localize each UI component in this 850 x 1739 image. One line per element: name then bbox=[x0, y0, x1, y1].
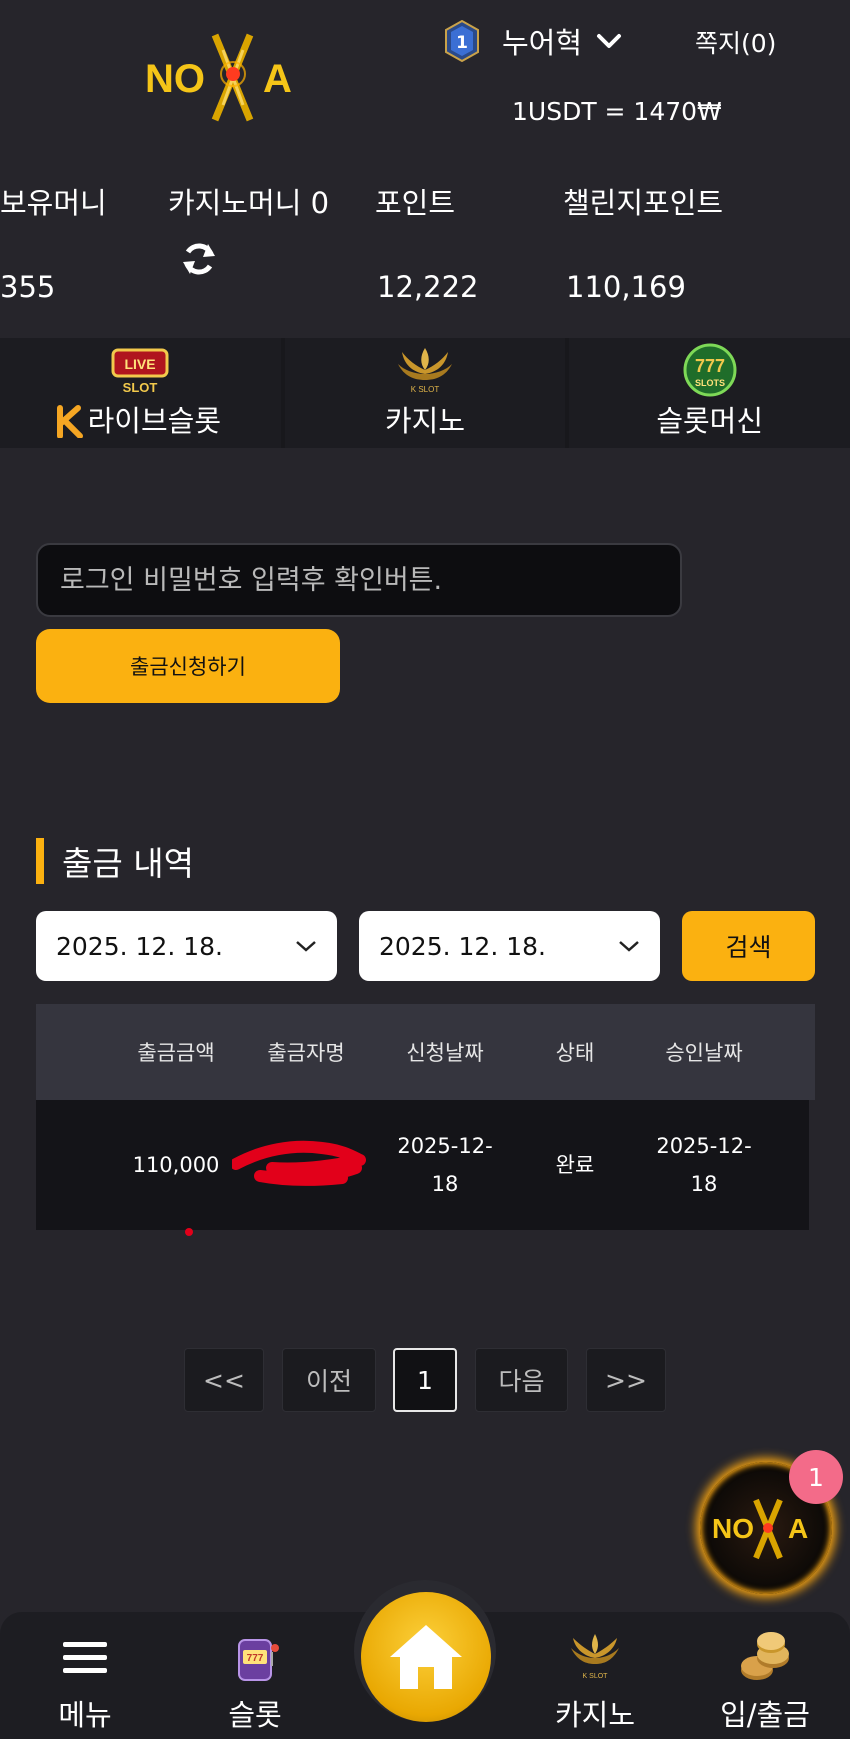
column-header: 승인날짜 bbox=[665, 1041, 743, 1065]
slot-machine-icon: 777 bbox=[238, 1639, 279, 1681]
nav-menu[interactable]: 메뉴 bbox=[40, 1612, 130, 1739]
approve-date-line-1: 2025-12- bbox=[656, 1134, 752, 1158]
casino-money-label: 카지노머니 0 bbox=[168, 186, 330, 220]
coins-icon bbox=[741, 1632, 789, 1680]
section-title: 출금 내역 bbox=[36, 838, 194, 884]
table-header: 출금금액 출금자명 신청날짜 상태 승인날짜 bbox=[36, 1004, 815, 1100]
nav-label: 카지노 bbox=[554, 1698, 636, 1732]
chevron-down-icon bbox=[296, 941, 316, 952]
held-money-label: 보유머니 bbox=[0, 186, 107, 220]
svg-text:A: A bbox=[263, 57, 292, 101]
challenge-points-label: 챌린지포인트 bbox=[563, 186, 724, 220]
column-header: 출금금액 bbox=[137, 1041, 215, 1065]
nova-logo[interactable]: NO A bbox=[145, 30, 320, 125]
level-badge-icon: 1 bbox=[445, 19, 479, 63]
svg-text:1: 1 bbox=[456, 33, 468, 53]
nav-slot[interactable]: 777 슬롯 bbox=[210, 1612, 300, 1739]
svg-text:777: 777 bbox=[695, 356, 725, 376]
prev-page-button[interactable]: 이전 bbox=[282, 1348, 376, 1412]
date-to-select[interactable]: 2025. 12. 18. bbox=[359, 911, 660, 981]
nav-label: 메뉴 bbox=[58, 1698, 112, 1732]
home-icon bbox=[390, 1625, 462, 1689]
request-date-line-2: 18 bbox=[431, 1172, 459, 1196]
svg-text:SLOT: SLOT bbox=[123, 380, 158, 395]
top-header: NO A 1 누어혁 쪽지(0) 1USDT = 1470₩ 보유머니 카지노머… bbox=[0, 0, 850, 338]
points-value: 12,222 bbox=[377, 270, 479, 304]
hamburger-menu-icon bbox=[63, 1642, 107, 1673]
777-slots-icon: 777 SLOTS bbox=[683, 343, 737, 397]
user-menu[interactable]: 누어혁 bbox=[502, 20, 622, 62]
history-title: 출금 내역 bbox=[62, 844, 194, 883]
column-header: 상태 bbox=[555, 1041, 595, 1065]
svg-text:777: 777 bbox=[247, 1653, 264, 1664]
game-category-tabs: LIVE SLOT 라이브슬롯 K SLOT 카지노 777 SLOTS 슬롯머… bbox=[0, 338, 850, 448]
svg-text:NO: NO bbox=[145, 57, 205, 101]
approve-date-cell: 2025-12- 18 bbox=[644, 1127, 764, 1203]
svg-text:K SLOT: K SLOT bbox=[411, 385, 440, 394]
search-button[interactable]: 검색 bbox=[682, 911, 815, 981]
last-page-button[interactable]: >> bbox=[586, 1348, 666, 1412]
tab-casino[interactable]: K SLOT 카지노 bbox=[284, 338, 566, 448]
redacted-name-scribble bbox=[232, 1140, 366, 1186]
column-header: 출금자명 bbox=[267, 1041, 345, 1065]
withdraw-request-button[interactable]: 출금신청하기 bbox=[36, 629, 340, 703]
challenge-points-value: 110,169 bbox=[566, 270, 686, 304]
svg-text:LIVE: LIVE bbox=[125, 356, 156, 372]
approve-date-line-2: 18 bbox=[690, 1172, 718, 1196]
chevron-down-icon bbox=[597, 34, 622, 48]
username-label: 누어혁 bbox=[502, 26, 583, 60]
request-date-cell: 2025-12- 18 bbox=[385, 1127, 505, 1203]
live-slot-icon: LIVE SLOT bbox=[111, 348, 169, 395]
date-to-value: 2025. 12. 18. bbox=[379, 931, 546, 961]
home-button[interactable] bbox=[361, 1592, 491, 1722]
password-input[interactable] bbox=[36, 543, 682, 617]
column-header: 신청날짜 bbox=[406, 1041, 484, 1065]
date-from-value: 2025. 12. 18. bbox=[56, 931, 223, 961]
tab-label: 슬롯머신 bbox=[656, 404, 764, 438]
request-date-line-1: 2025-12- bbox=[397, 1134, 493, 1158]
svg-text:K SLOT: K SLOT bbox=[583, 1673, 609, 1680]
refresh-icon[interactable] bbox=[180, 240, 218, 278]
tab-live-slot[interactable]: LIVE SLOT 라이브슬롯 bbox=[0, 338, 281, 448]
exchange-rate: 1USDT = 1470₩ bbox=[512, 97, 722, 126]
current-page-button[interactable]: 1 bbox=[393, 1348, 457, 1412]
nav-label: 입/출금 bbox=[720, 1698, 810, 1732]
nav-label: 슬롯 bbox=[228, 1698, 282, 1732]
next-page-button[interactable]: 다음 bbox=[475, 1348, 568, 1412]
points-label: 포인트 bbox=[375, 186, 456, 220]
title-accent-bar bbox=[36, 838, 44, 884]
k-slot-casino-icon: K SLOT bbox=[571, 1634, 619, 1680]
tab-label: 카지노 bbox=[384, 404, 466, 438]
svg-text:SLOTS: SLOTS bbox=[695, 378, 725, 388]
notification-badge: 1 bbox=[789, 1450, 843, 1504]
held-money-value: 355 bbox=[0, 270, 56, 304]
svg-text:A: A bbox=[788, 1513, 808, 1544]
status-cell: 완료 bbox=[555, 1153, 595, 1177]
k-slot-casino-icon: K SLOT bbox=[398, 348, 452, 394]
tab-slot-machine[interactable]: 777 SLOTS 슬롯머신 bbox=[569, 338, 850, 448]
chevron-down-icon bbox=[619, 941, 639, 952]
amount-cell: 110,000 bbox=[132, 1153, 220, 1177]
svg-text:NO: NO bbox=[712, 1513, 754, 1544]
tab-label: 라이브슬롯 bbox=[87, 404, 222, 438]
table-row: 110,000 2025-12- 18 완료 2025-12- 18 bbox=[36, 1100, 809, 1230]
first-page-button[interactable]: << bbox=[184, 1348, 264, 1412]
nav-deposit-withdraw[interactable]: 입/출금 bbox=[710, 1612, 820, 1739]
messages-link[interactable]: 쪽지(0) bbox=[695, 24, 776, 60]
red-mark bbox=[185, 1228, 193, 1236]
date-from-select[interactable]: 2025. 12. 18. bbox=[36, 911, 337, 981]
nav-casino[interactable]: K SLOT 카지노 bbox=[550, 1612, 640, 1739]
